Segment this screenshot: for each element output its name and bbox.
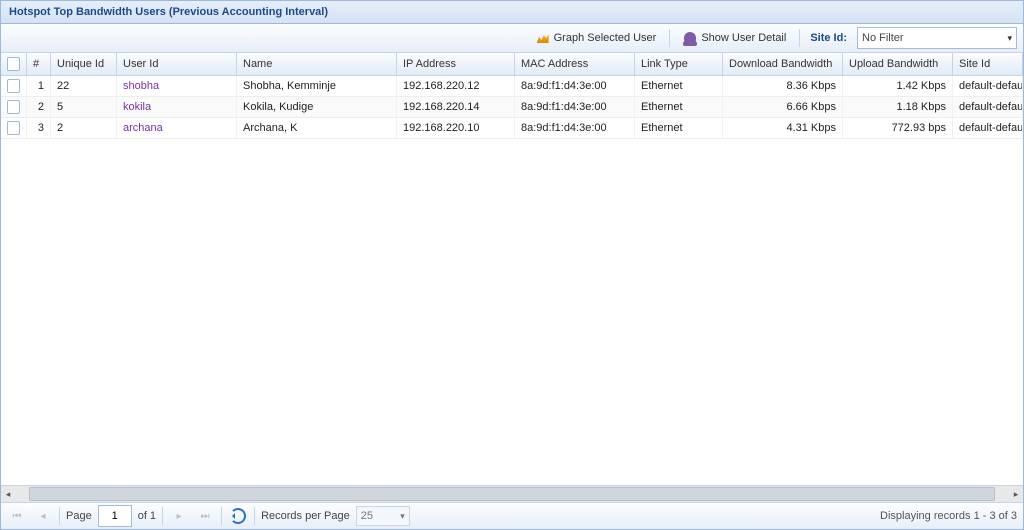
cell-mac: 8a:9d:f1:d4:3e:00 [515, 76, 635, 96]
separator [799, 29, 800, 47]
grid-body: 122shobhaShobha, Kemminje192.168.220.128… [1, 76, 1023, 485]
separator [59, 507, 60, 525]
cell-site: default-default [953, 97, 1023, 117]
separator [669, 29, 670, 47]
cell-name: Shobha, Kemminje [237, 76, 397, 96]
records-per-page-select[interactable]: 25 ▾ [356, 506, 410, 526]
status-text: Displaying records 1 - 3 of 3 [880, 510, 1017, 522]
cell-mac: 8a:9d:f1:d4:3e:00 [515, 118, 635, 138]
cell-name: Archana, K [237, 118, 397, 138]
page-of-label: of 1 [138, 510, 156, 522]
show-user-detail-label: Show User Detail [701, 32, 786, 44]
cell-site: default-default [953, 76, 1023, 96]
cell-name: Kokila, Kudige [237, 97, 397, 117]
cell-ip: 192.168.220.12 [397, 76, 515, 96]
cell-download: 6.66 Kbps [723, 97, 843, 117]
separator [221, 507, 222, 525]
cell-user-id-link[interactable]: shobha [117, 76, 237, 96]
column-user-id[interactable]: User Id [117, 53, 237, 75]
horizontal-scrollbar[interactable]: ◂ ▸ [1, 485, 1023, 502]
column-site[interactable]: Site Id [953, 53, 1023, 75]
cell-link-type: Ethernet [635, 97, 723, 117]
cell-unique-id: 22 [51, 76, 117, 96]
bar-chart-icon [536, 31, 550, 45]
column-name[interactable]: Name [237, 53, 397, 75]
checkbox-icon [7, 100, 20, 114]
separator [254, 507, 255, 525]
scroll-right-icon: ▸ [1009, 487, 1023, 501]
cell-index: 3 [27, 118, 51, 138]
cell-ip: 192.168.220.14 [397, 97, 515, 117]
table-row[interactable]: 25kokilaKokila, Kudige192.168.220.148a:9… [1, 97, 1023, 118]
cell-site: default-default [953, 118, 1023, 138]
prev-page-button[interactable]: ◂ [33, 506, 53, 526]
column-unique-id[interactable]: Unique Id [51, 53, 117, 75]
grid-header: # Unique Id User Id Name IP Address MAC … [1, 53, 1023, 76]
records-per-page-value: 25 [361, 510, 373, 522]
graph-selected-user-label: Graph Selected User [554, 32, 657, 44]
cell-user-id-link[interactable]: kokila [117, 97, 237, 117]
cell-upload: 1.18 Kbps [843, 97, 953, 117]
row-checkbox[interactable] [1, 118, 27, 138]
pagination-bar: ⏮ ◂ Page of 1 ▸ ⏭ Records per Page 25 ▾ … [1, 502, 1023, 529]
checkbox-icon [7, 79, 20, 93]
column-index[interactable]: # [27, 53, 51, 75]
cell-index: 1 [27, 76, 51, 96]
site-id-select[interactable]: No Filter ▾ [857, 27, 1017, 49]
user-icon [683, 31, 697, 45]
cell-link-type: Ethernet [635, 76, 723, 96]
title-bar: Hotspot Top Bandwidth Users (Previous Ac… [1, 1, 1023, 24]
column-download[interactable]: Download Bandwidth [723, 53, 843, 75]
graph-selected-user-button[interactable]: Graph Selected User [529, 28, 664, 48]
column-mac[interactable]: MAC Address [515, 53, 635, 75]
refresh-icon [230, 508, 246, 524]
separator [162, 507, 163, 525]
cell-download: 4.31 Kbps [723, 118, 843, 138]
table-row[interactable]: 32archanaArchana, K192.168.220.108a:9d:f… [1, 118, 1023, 139]
scroll-left-icon: ◂ [1, 487, 15, 501]
checkbox-icon [7, 121, 20, 135]
site-id-label: Site Id: [806, 32, 851, 44]
checkbox-icon [7, 57, 20, 71]
page-input[interactable] [98, 505, 132, 527]
records-per-page-label: Records per Page [261, 510, 350, 522]
column-checkbox[interactable] [1, 53, 27, 75]
cell-index: 2 [27, 97, 51, 117]
page-label: Page [66, 510, 92, 522]
table-row[interactable]: 122shobhaShobha, Kemminje192.168.220.128… [1, 76, 1023, 97]
row-checkbox[interactable] [1, 76, 27, 96]
column-ip[interactable]: IP Address [397, 53, 515, 75]
last-page-button[interactable]: ⏭ [195, 506, 215, 526]
site-id-value: No Filter [862, 32, 904, 44]
panel: Hotspot Top Bandwidth Users (Previous Ac… [0, 0, 1024, 530]
scroll-thumb[interactable] [29, 487, 995, 501]
first-page-button[interactable]: ⏮ [7, 506, 27, 526]
cell-upload: 772.93 bps [843, 118, 953, 138]
chevron-down-icon: ▾ [400, 511, 405, 522]
cell-download: 8.36 Kbps [723, 76, 843, 96]
next-page-button[interactable]: ▸ [169, 506, 189, 526]
column-link-type[interactable]: Link Type [635, 53, 723, 75]
cell-unique-id: 5 [51, 97, 117, 117]
cell-user-id-link[interactable]: archana [117, 118, 237, 138]
row-checkbox[interactable] [1, 97, 27, 117]
cell-upload: 1.42 Kbps [843, 76, 953, 96]
chevron-down-icon: ▾ [1007, 33, 1012, 44]
grid: # Unique Id User Id Name IP Address MAC … [1, 53, 1023, 502]
cell-unique-id: 2 [51, 118, 117, 138]
column-upload[interactable]: Upload Bandwidth [843, 53, 953, 75]
cell-mac: 8a:9d:f1:d4:3e:00 [515, 97, 635, 117]
cell-ip: 192.168.220.10 [397, 118, 515, 138]
cell-link-type: Ethernet [635, 118, 723, 138]
toolbar: Graph Selected User Show User Detail Sit… [1, 24, 1023, 53]
page-title: Hotspot Top Bandwidth Users (Previous Ac… [9, 6, 328, 18]
refresh-button[interactable] [228, 506, 248, 526]
show-user-detail-button[interactable]: Show User Detail [676, 28, 793, 48]
